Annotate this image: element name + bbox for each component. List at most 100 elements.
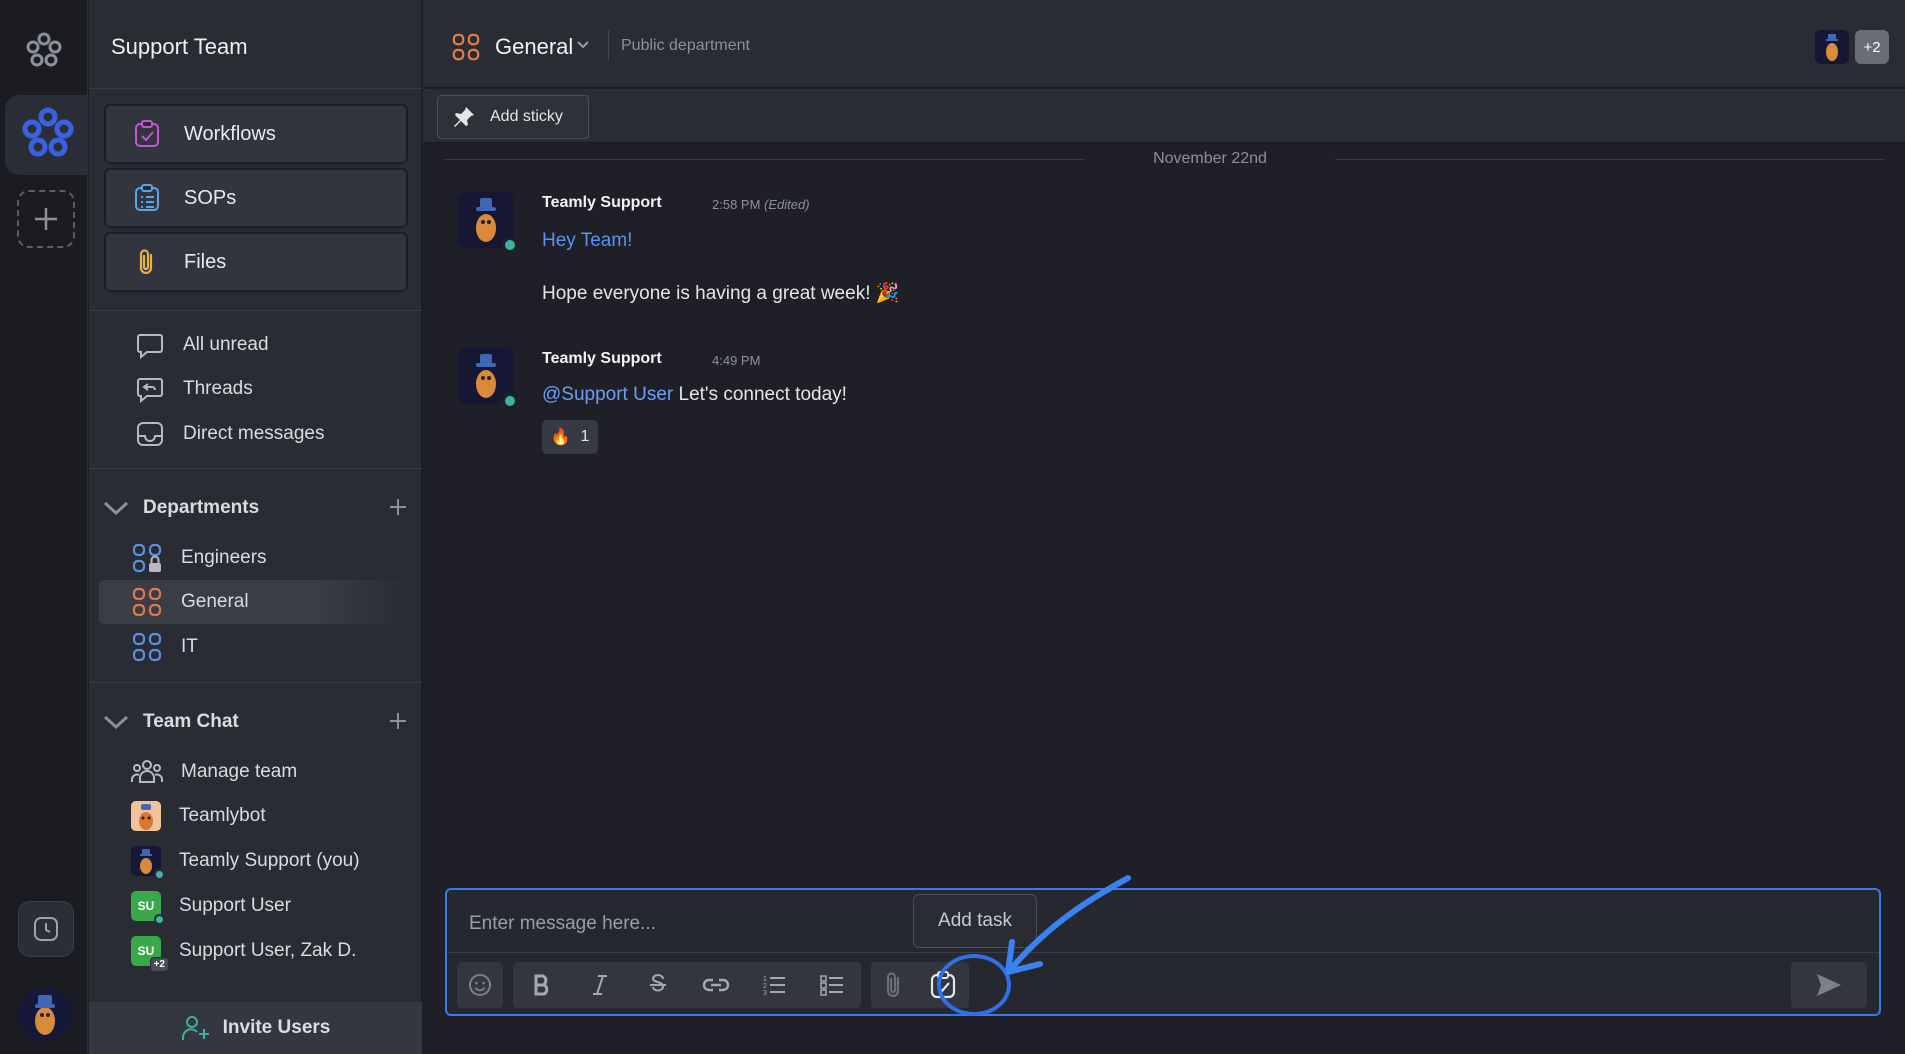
divider	[608, 30, 609, 60]
strikethrough-button[interactable]	[629, 962, 687, 1008]
department-general[interactable]: General	[99, 580, 409, 624]
bold-icon	[534, 974, 549, 996]
plus-icon	[35, 208, 57, 230]
add-sticky-button[interactable]: Add sticky	[437, 95, 589, 139]
reaction-chip[interactable]: 🔥 1	[542, 420, 598, 454]
divider	[89, 88, 422, 89]
message-line: Hey Team!	[542, 230, 633, 251]
team-chat-label: Support User, Zak D.	[179, 940, 357, 961]
message-input[interactable]	[469, 910, 1849, 938]
team-chat-title: Team Chat	[143, 711, 239, 732]
bold-button[interactable]	[513, 962, 571, 1008]
add-department-plus-icon[interactable]	[387, 496, 409, 523]
team-chat-section-header[interactable]: Team Chat	[99, 702, 419, 742]
member-avatar[interactable]	[1815, 30, 1849, 64]
files-button[interactable]: Files	[104, 232, 408, 292]
departments-section-header[interactable]: Departments	[99, 488, 419, 528]
avatar-initials: SU	[137, 899, 155, 913]
chevron-down-icon	[99, 712, 133, 732]
italic-icon	[593, 975, 607, 995]
team-chat-label: Manage team	[181, 761, 298, 782]
italic-button[interactable]	[571, 962, 629, 1008]
group-avatar: SU +2	[131, 936, 169, 972]
member-overflow-badge[interactable]: +2	[1855, 30, 1889, 64]
teamly-logo-icon[interactable]	[24, 30, 64, 70]
svg-text:3: 3	[763, 990, 767, 997]
nav-all-unread[interactable]: All unread	[99, 323, 409, 367]
clipboard-check-icon	[135, 120, 159, 147]
thread-reply-icon	[137, 378, 163, 404]
department-engineers[interactable]: Engineers	[99, 536, 409, 580]
clipboard-list-icon	[135, 184, 159, 211]
team-chat-label: Support User	[179, 895, 291, 916]
chat-bubble-icon	[137, 334, 163, 360]
smiley-icon	[469, 974, 491, 996]
chevron-down-icon[interactable]	[576, 40, 590, 50]
paperclip-icon	[139, 249, 153, 275]
message-composer: 1 2 3	[445, 888, 1881, 1016]
message-author[interactable]: Teamly Support	[542, 194, 662, 212]
workspace-support-team[interactable]	[5, 95, 88, 175]
main-panel: General Public department +2 Add sticky …	[423, 0, 1905, 1054]
avatar-initials: SU	[137, 944, 155, 958]
teamly-support-avatar	[131, 846, 165, 880]
edited-label: (Edited)	[764, 197, 810, 212]
ordered-list-icon: 1 2 3	[763, 976, 785, 997]
channel-header: General Public department +2	[423, 0, 1905, 88]
emoji-button[interactable]	[457, 962, 503, 1008]
invite-users-button[interactable]: Invite Users	[89, 1002, 422, 1054]
message-time: 2:58 PM (Edited)	[712, 197, 810, 212]
bullet-list-icon	[820, 975, 843, 996]
chat-teamlybot[interactable]: Teamlybot	[99, 794, 409, 838]
team-chat-label: Teamlybot	[179, 805, 266, 826]
history-button[interactable]	[18, 901, 74, 957]
nav-threads[interactable]: Threads	[99, 367, 409, 411]
team-name[interactable]: Support Team	[111, 34, 248, 60]
manage-team-item[interactable]: Manage team	[99, 750, 409, 794]
link-button[interactable]	[687, 962, 745, 1008]
svg-text:2: 2	[763, 983, 767, 990]
message-timestamp: 2:58 PM	[712, 197, 761, 212]
department-icon	[132, 632, 162, 662]
add-chat-plus-icon[interactable]	[387, 710, 409, 737]
workspace-logo-icon	[22, 107, 74, 157]
invite-users-label: Invite Users	[222, 1017, 331, 1038]
workflows-button[interactable]: Workflows	[104, 104, 408, 164]
reaction-count: 1	[580, 428, 590, 445]
formatting-toolbar: 1 2 3	[513, 962, 861, 1008]
annotation-arrow	[1005, 875, 1131, 975]
add-sticky-label: Add sticky	[490, 108, 563, 125]
message-author[interactable]: Teamly Support	[542, 350, 662, 368]
department-it[interactable]: IT	[99, 625, 409, 669]
chat-teamly-support[interactable]: Teamly Support (you)	[99, 839, 409, 883]
send-button[interactable]	[1791, 962, 1867, 1008]
message: Teamly Support 2:58 PM (Edited) Hey Team…	[458, 192, 1358, 312]
divider	[89, 468, 422, 469]
sops-label: SOPs	[184, 186, 237, 209]
group-count-badge: +2	[149, 957, 169, 972]
divider	[89, 682, 422, 683]
people-group-icon	[131, 760, 163, 783]
date-divider: November 22nd	[445, 148, 1885, 170]
ordered-list-button[interactable]: 1 2 3	[745, 962, 803, 1008]
bullet-list-button[interactable]	[803, 962, 861, 1008]
online-status-dot	[502, 393, 518, 409]
user-mention[interactable]: @Support User	[542, 384, 673, 405]
sops-button[interactable]: SOPs	[104, 168, 408, 228]
add-workspace-button[interactable]	[17, 190, 75, 248]
channel-name[interactable]: General	[495, 34, 573, 60]
attach-file-button[interactable]	[871, 962, 917, 1008]
online-status-dot	[154, 869, 165, 880]
department-icon	[132, 587, 162, 617]
user-avatar[interactable]	[18, 987, 72, 1041]
nav-direct-messages[interactable]: Direct messages	[99, 412, 409, 456]
channel-description: Public department	[621, 37, 750, 54]
chat-support-user[interactable]: SU Support User	[99, 884, 409, 928]
files-label: Files	[184, 250, 227, 273]
nav-label: Direct messages	[183, 423, 325, 444]
inbox-icon	[137, 422, 163, 446]
message-text: Let's connect today!	[678, 384, 847, 405]
pin-icon	[454, 107, 474, 127]
chat-group-support-user-zak[interactable]: SU +2 Support User, Zak D.	[99, 929, 409, 973]
divider	[447, 952, 1879, 953]
